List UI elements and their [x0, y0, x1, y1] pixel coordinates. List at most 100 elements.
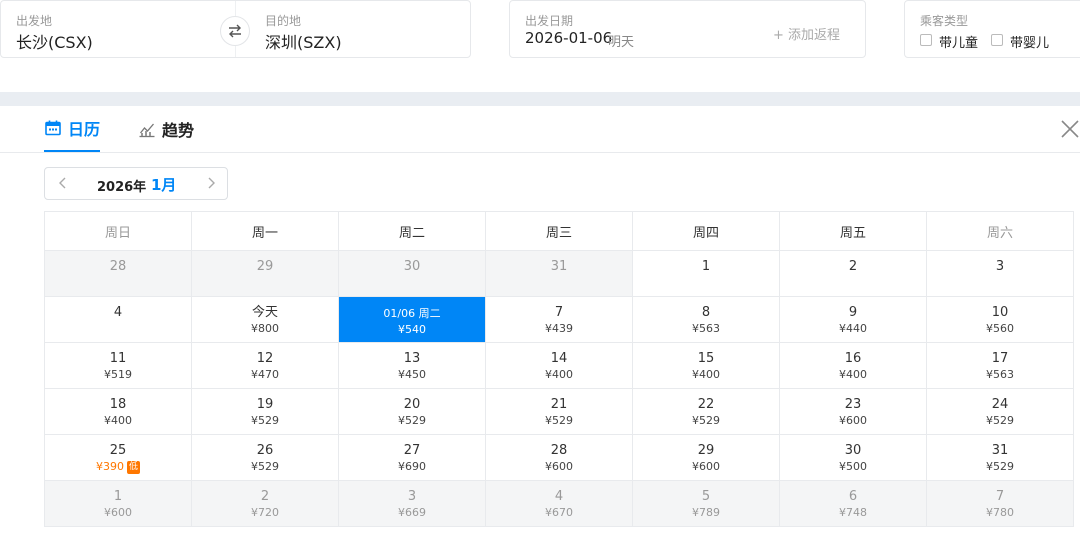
- to-field[interactable]: 目的地 深圳(SZX): [251, 1, 469, 57]
- price-value: ¥519: [104, 368, 132, 381]
- price-label: ¥600: [633, 460, 779, 474]
- calendar-week-row: 1 ¥600 2 ¥720 3 ¥669 4 ¥670 5 ¥789 6 ¥748 7 ¥780: [44, 480, 1074, 527]
- day-label: 6: [848, 489, 858, 504]
- calendar-day-cell[interactable]: 3 ¥669: [338, 480, 486, 527]
- price-value: ¥529: [545, 414, 573, 427]
- price-value: ¥560: [986, 322, 1014, 335]
- calendar-day-cell[interactable]: 今天 ¥800: [191, 296, 339, 343]
- price-value: ¥400: [545, 368, 573, 381]
- calendar-day-cell[interactable]: 19 ¥529: [191, 388, 339, 435]
- calendar-day-cell[interactable]: 7 ¥780: [926, 480, 1074, 527]
- chevron-left-icon[interactable]: [55, 175, 71, 191]
- calendar-day-cell[interactable]: 8 ¥563: [632, 296, 780, 343]
- calendar-day-cell[interactable]: 11 ¥519: [44, 342, 192, 389]
- calendar-day-cell[interactable]: 30 ¥500: [779, 434, 927, 481]
- price-value: ¥690: [398, 460, 426, 473]
- tab-calendar[interactable]: 日历: [44, 106, 101, 152]
- calendar-day-cell[interactable]: 31 ¥529: [926, 434, 1074, 481]
- price-label: ¥500: [780, 460, 926, 474]
- chevron-right-icon[interactable]: [203, 175, 219, 191]
- child-checkbox[interactable]: [920, 34, 932, 46]
- day-label: 01/06 周二: [383, 307, 441, 320]
- calendar-day-cell[interactable]: 24 ¥529: [926, 388, 1074, 435]
- price-label: ¥560: [927, 322, 1073, 336]
- calendar-day-cell[interactable]: 17 ¥563: [926, 342, 1074, 389]
- calendar-week-row: 25 ¥390 低 26 ¥529 27 ¥690 28 ¥600 29 ¥600 30 ¥500 31 ¥…: [44, 434, 1074, 481]
- date-card[interactable]: 出发日期 2026-01-06 明天 + 添加返程: [509, 0, 866, 58]
- calendar-day-cell[interactable]: 13 ¥450: [338, 342, 486, 389]
- calendar-day-cell[interactable]: 10 ¥560: [926, 296, 1074, 343]
- calendar-day-cell[interactable]: 1: [632, 250, 780, 297]
- calendar-day-cell[interactable]: 29 ¥600: [632, 434, 780, 481]
- calendar-day-cell[interactable]: 1 ¥600: [44, 480, 192, 527]
- add-return-button[interactable]: + 添加返程: [773, 24, 840, 43]
- price-value: ¥540: [398, 323, 426, 336]
- calendar-week-row: 4 今天 ¥800 01/06 周二 ¥540 7 ¥439 8 ¥563 9 ¥440 10 ¥560: [44, 296, 1074, 343]
- calendar-day-cell[interactable]: 12 ¥470: [191, 342, 339, 389]
- calendar-day-cell[interactable]: 15 ¥400: [632, 342, 780, 389]
- child-label[interactable]: 带儿童: [939, 32, 978, 51]
- calendar-day-cell[interactable]: 6 ¥748: [779, 480, 927, 527]
- calendar-day-cell[interactable]: 28: [44, 250, 192, 297]
- price-label: ¥780: [927, 506, 1073, 520]
- price-label: ¥563: [927, 368, 1073, 382]
- calendar-day-cell[interactable]: 28 ¥600: [485, 434, 633, 481]
- weekday-header: 周日: [44, 211, 192, 251]
- calendar-day-cell[interactable]: 23 ¥600: [779, 388, 927, 435]
- calendar-day-cell[interactable]: 3: [926, 250, 1074, 297]
- calendar-day-selected[interactable]: 01/06 周二 ¥540: [338, 296, 486, 343]
- calendar-day-cell[interactable]: 7 ¥439: [485, 296, 633, 343]
- price-label: ¥789: [633, 506, 779, 520]
- day-label: 7: [995, 489, 1005, 504]
- price-value: ¥529: [986, 414, 1014, 427]
- calendar-day-cell[interactable]: 22 ¥529: [632, 388, 780, 435]
- price-label: ¥470: [192, 368, 338, 382]
- price-label: ¥670: [486, 506, 632, 520]
- weekday-header: 周五: [779, 211, 927, 251]
- calendar-day-cell[interactable]: 5 ¥789: [632, 480, 780, 527]
- calendar-day-cell[interactable]: 4: [44, 296, 192, 343]
- price-value: ¥529: [251, 460, 279, 473]
- price-value: ¥563: [986, 368, 1014, 381]
- from-field[interactable]: 出发地 长沙(CSX): [1, 1, 219, 57]
- price-calendar-panel: 日历 趋势 2026年 1月 周日 周一 周二 周三 周四 周五 周六 28 2…: [0, 106, 1080, 536]
- date-value: 2026-01-06: [525, 29, 613, 47]
- price-label: ¥450: [339, 368, 485, 382]
- calendar-day-cell[interactable]: 16 ¥400: [779, 342, 927, 389]
- calendar-day-cell[interactable]: 26 ¥529: [191, 434, 339, 481]
- calendar-day-cell[interactable]: 21 ¥529: [485, 388, 633, 435]
- price-value: ¥400: [104, 414, 132, 427]
- calendar-day-cell[interactable]: 20 ¥529: [338, 388, 486, 435]
- weekday-header: 周二: [338, 211, 486, 251]
- date-label: 出发日期: [525, 14, 574, 28]
- infant-checkbox[interactable]: [991, 34, 1003, 46]
- day-label: 30: [403, 259, 421, 274]
- price-label: ¥529: [339, 414, 485, 428]
- calendar-day-cell[interactable]: 14 ¥400: [485, 342, 633, 389]
- calendar-day-cell[interactable]: 2 ¥720: [191, 480, 339, 527]
- price-value: ¥439: [545, 322, 573, 335]
- infant-label[interactable]: 带婴儿: [1010, 32, 1049, 51]
- day-label: 11: [109, 351, 127, 366]
- tab-trend[interactable]: 趋势: [138, 106, 194, 151]
- price-value: ¥450: [398, 368, 426, 381]
- day-label: 24: [991, 397, 1009, 412]
- day-label: 12: [256, 351, 274, 366]
- calendar-day-cell[interactable]: 31: [485, 250, 633, 297]
- calendar-day-cell[interactable]: 29: [191, 250, 339, 297]
- calendar-day-cell[interactable]: 4 ¥670: [485, 480, 633, 527]
- day-label: 1: [701, 259, 711, 274]
- close-icon[interactable]: [1059, 118, 1080, 140]
- calendar-week-row: 28 29 30 31 1 2 3: [44, 250, 1074, 297]
- passenger-card: 乘客类型 带儿童 带婴儿: [904, 0, 1080, 58]
- day-label: 10: [991, 305, 1009, 320]
- calendar-day-cell[interactable]: 30: [338, 250, 486, 297]
- calendar-day-cell[interactable]: 18 ¥400: [44, 388, 192, 435]
- calendar-day-cell[interactable]: 27 ¥690: [338, 434, 486, 481]
- calendar-day-cell[interactable]: 25 ¥390 低: [44, 434, 192, 481]
- swap-cities-button[interactable]: [220, 16, 250, 46]
- price-label: ¥400: [780, 368, 926, 382]
- date-hint: 明天: [608, 35, 635, 50]
- calendar-day-cell[interactable]: 9 ¥440: [779, 296, 927, 343]
- calendar-day-cell[interactable]: 2: [779, 250, 927, 297]
